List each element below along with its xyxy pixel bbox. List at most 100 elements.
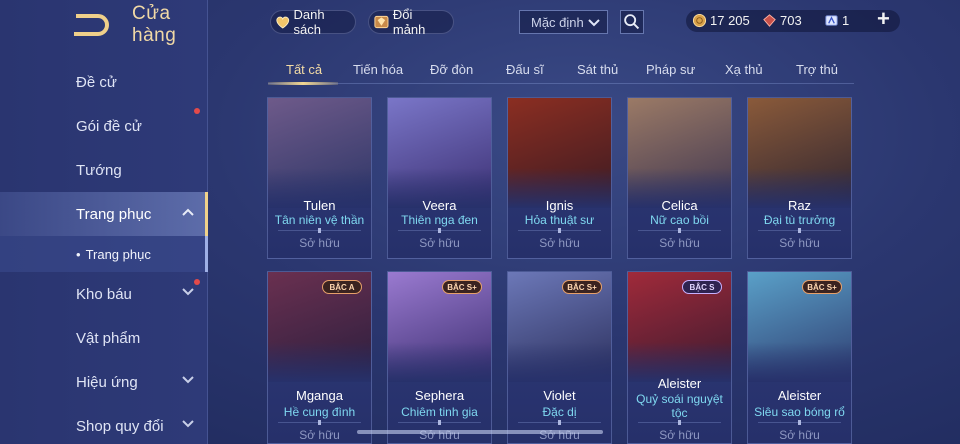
divider [278, 228, 361, 233]
skin-card[interactable]: Raz Đại tù trưởng Sở hữu [747, 97, 852, 259]
gem-balance: 703 [762, 13, 802, 28]
gold-value: 17 205 [710, 13, 750, 28]
skin-card[interactable]: Tulen Tân niên vệ thần Sở hữu [267, 97, 372, 259]
sidebar-item-treasure[interactable]: Kho báu [0, 272, 208, 316]
hero-name: Aleister [777, 388, 822, 403]
skin-name: Quỷ soái nguyệt tộc [636, 392, 723, 420]
top-bar: Danh sách Đổi mảnh Mặc định 17 205 703 1… [208, 0, 960, 44]
sidebar-item-label: Trang phục [76, 205, 152, 223]
hero-name: Sephera [414, 388, 465, 403]
divider [638, 420, 721, 425]
sidebar-item-exchange-shop[interactable]: Shop quy đổi [0, 404, 208, 444]
hero-name: Celica [661, 198, 698, 213]
sidebar-subitem-skins[interactable]: Trang phục [0, 236, 208, 272]
sidebar-item-bundles[interactable]: Gói đề cử [0, 104, 208, 148]
tab-tank[interactable]: Đỡ đòn [430, 62, 473, 77]
chevron-down-icon [182, 376, 194, 384]
skin-name: Chiêm tinh gia [401, 405, 478, 419]
ownership-status: Sở hữu [299, 236, 340, 250]
skin-artwork [748, 98, 851, 208]
hero-name: Raz [787, 198, 812, 213]
skin-name: Đặc dị [542, 405, 577, 419]
skin-artwork [628, 98, 731, 208]
search-button[interactable] [620, 10, 644, 34]
sidebar-item-recommended[interactable]: Đề cử [0, 60, 208, 104]
skin-card[interactable]: BẬC S+ Violet Đặc dị Sở hữu [507, 271, 612, 444]
skin-name: Nữ cao bồi [650, 213, 709, 227]
hero-name: Veera [422, 198, 457, 213]
chevron-down-icon [588, 19, 600, 27]
notification-dot [194, 108, 200, 114]
skin-card[interactable]: BẬC S+ Sephera Chiêm tinh gia Sở hữu [387, 271, 492, 444]
shard-box-icon [374, 15, 389, 29]
sort-select[interactable]: Mặc định [519, 10, 608, 34]
tab-marksman[interactable]: Xạ thủ [725, 62, 763, 77]
page-title: Cửa hàng [132, 3, 177, 46]
list-button[interactable]: Danh sách [270, 7, 356, 37]
skin-card[interactable]: Veera Thiên nga đen Sở hữu [387, 97, 492, 259]
hero-name: Violet [543, 388, 576, 403]
heart-icon [276, 16, 290, 29]
sidebar-item-label: Kho báu [76, 285, 132, 303]
sidebar-item-label: Shop quy đổi [76, 417, 164, 435]
tab-fighter[interactable]: Đấu sĩ [506, 62, 544, 77]
divider [518, 420, 601, 425]
sidebar-item-label: Vật phẩm [76, 329, 141, 347]
divider [758, 420, 841, 425]
chevron-down-icon [182, 288, 194, 296]
sidebar-item-heroes[interactable]: Tướng [0, 148, 208, 192]
skin-card[interactable]: Ignis Hỏa thuật sư Sở hữu [507, 97, 612, 259]
tab-support[interactable]: Trợ thủ [796, 62, 838, 77]
divider [398, 420, 481, 425]
home-indicator [357, 430, 603, 434]
divider [638, 228, 721, 233]
back-logo-icon[interactable] [72, 12, 112, 38]
hero-name: Aleister [657, 376, 702, 391]
add-currency-button[interactable]: + [877, 8, 893, 30]
voucher-balance: 1 [824, 13, 849, 28]
red-gem-icon [763, 14, 776, 27]
hero-name: Mganga [296, 388, 343, 403]
ownership-status: Sở hữu [539, 236, 580, 250]
divider [398, 228, 481, 233]
hero-name: Tulen [303, 198, 336, 213]
hero-name: Ignis [545, 198, 574, 213]
sidebar-nav: Đề cử Gói đề cử Tướng Trang phục Trang p… [0, 60, 208, 444]
skin-name: Thiên nga đen [401, 213, 478, 227]
divider [758, 228, 841, 233]
skin-name: Đại tù trưởng [763, 213, 836, 227]
sidebar-item-label: Hiệu ứng [76, 373, 138, 391]
exchange-shards-button[interactable]: Đổi mảnh [368, 7, 454, 37]
tab-evolution[interactable]: Tiến hóa [353, 62, 403, 77]
divider [278, 420, 361, 425]
skin-artwork [268, 98, 371, 208]
sidebar-item-items[interactable]: Vật phẩm [0, 316, 208, 360]
skin-name: Hỏa thuật sư [524, 213, 595, 227]
skin-card[interactable]: BẬC S+ Aleister Siêu sao bóng rổ Sở hữu [747, 271, 852, 444]
skin-card[interactable]: Celica Nữ cao bồi Sở hữu [627, 97, 732, 259]
sidebar: Cửa hàng Đề cử Gói đề cử Tướng Trang phụ… [0, 0, 208, 444]
sidebar-item-effects[interactable]: Hiệu ứng [0, 360, 208, 404]
ownership-status: Sở hữu [659, 236, 700, 250]
skin-card[interactable]: BẬC A Mganga Hề cung đình Sở hữu [267, 271, 372, 444]
sidebar-item-skins[interactable]: Trang phục [0, 192, 208, 236]
tab-mage[interactable]: Pháp sư [646, 62, 695, 77]
divider [518, 228, 601, 233]
tab-assassin[interactable]: Sát thủ [577, 62, 618, 77]
ownership-status: Sở hữu [299, 428, 340, 442]
active-tab-indicator [268, 82, 338, 85]
search-icon [624, 14, 640, 30]
tab-all[interactable]: Tất cả [286, 62, 322, 77]
skin-name: Tân niên vệ thần [274, 213, 365, 227]
sidebar-item-label: Gói đề cử [76, 117, 142, 135]
tier-badge: BẬC S+ [562, 280, 602, 294]
gold-coin-icon [692, 13, 707, 28]
chevron-up-icon [182, 208, 194, 216]
sidebar-item-label: Tướng [76, 161, 122, 179]
skin-artwork [508, 98, 611, 208]
skin-card[interactable]: BẬC S Aleister Quỷ soái nguyệt tộc Sở hữ… [627, 271, 732, 444]
sort-value: Mặc định [531, 14, 584, 30]
sidebar-subitem-label: Trang phục [85, 246, 151, 262]
skin-name: Siêu sao bóng rổ [754, 405, 845, 419]
ownership-status: Sở hữu [779, 428, 820, 442]
